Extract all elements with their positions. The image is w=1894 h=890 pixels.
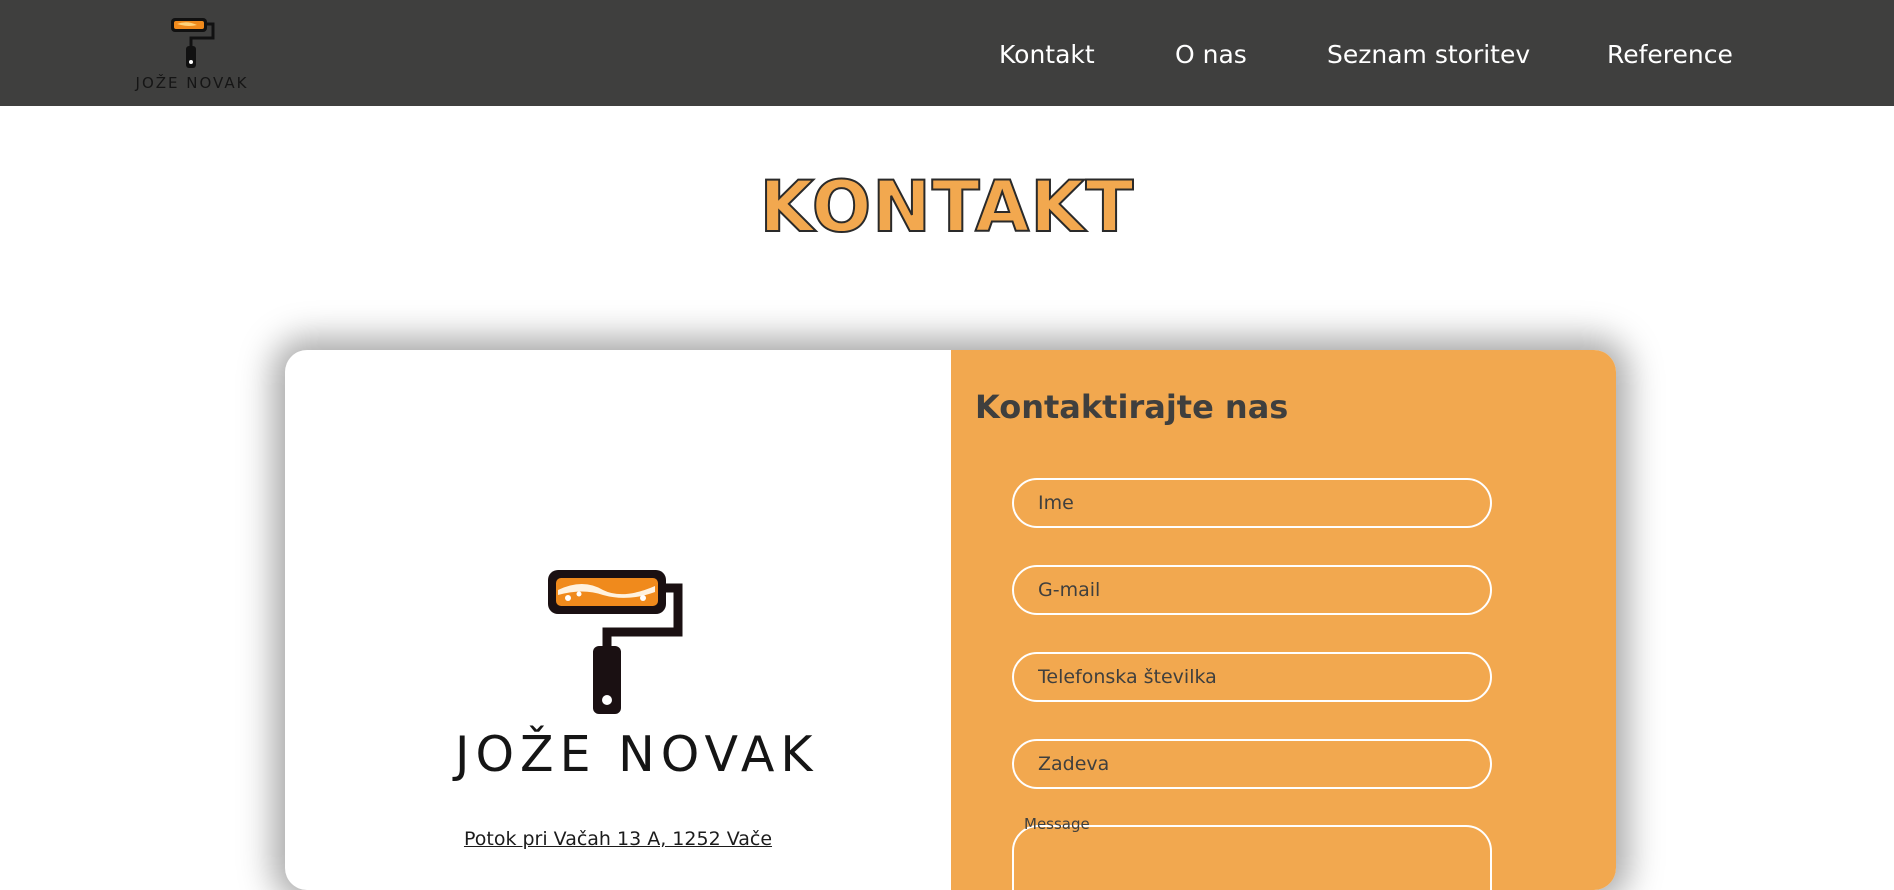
contact-info-panel: JOŽE NOVAK Potok pri Vačah 13 A, 1252 Va…	[285, 350, 951, 890]
company-name: JOŽE NOVAK	[455, 726, 819, 783]
contact-form-panel: Kontaktirajte nas Message	[951, 350, 1616, 890]
message-textarea[interactable]	[1012, 825, 1492, 890]
top-navbar: JOŽE NOVAK Kontakt O nas Seznam storitev…	[0, 0, 1894, 106]
message-label: Message	[1024, 815, 1090, 833]
nav-link-seznam-storitev[interactable]: Seznam storitev	[1327, 40, 1530, 69]
contact-card: JOŽE NOVAK Potok pri Vačah 13 A, 1252 Va…	[285, 350, 1616, 890]
phone-input[interactable]	[1012, 652, 1492, 702]
nav-link-kontakt[interactable]: Kontakt	[999, 40, 1095, 69]
page-title: KONTAKT	[759, 165, 1135, 249]
email-input[interactable]	[1012, 565, 1492, 615]
brand-logo[interactable]: JOŽE NOVAK	[134, 14, 250, 94]
main-nav: Kontakt O nas Seznam storitev Reference	[980, 0, 1894, 106]
name-input[interactable]	[1012, 478, 1492, 528]
nav-link-o-nas[interactable]: O nas	[1175, 40, 1247, 69]
paint-roller-icon	[171, 18, 215, 68]
brand-name: JOŽE NOVAK	[135, 74, 249, 92]
subject-input[interactable]	[1012, 739, 1492, 789]
nav-link-reference[interactable]: Reference	[1607, 40, 1733, 69]
address-link[interactable]: Potok pri Vačah 13 A, 1252 Vače	[285, 828, 951, 850]
paint-roller-icon	[548, 570, 683, 714]
form-title: Kontaktirajte nas	[975, 388, 1289, 426]
